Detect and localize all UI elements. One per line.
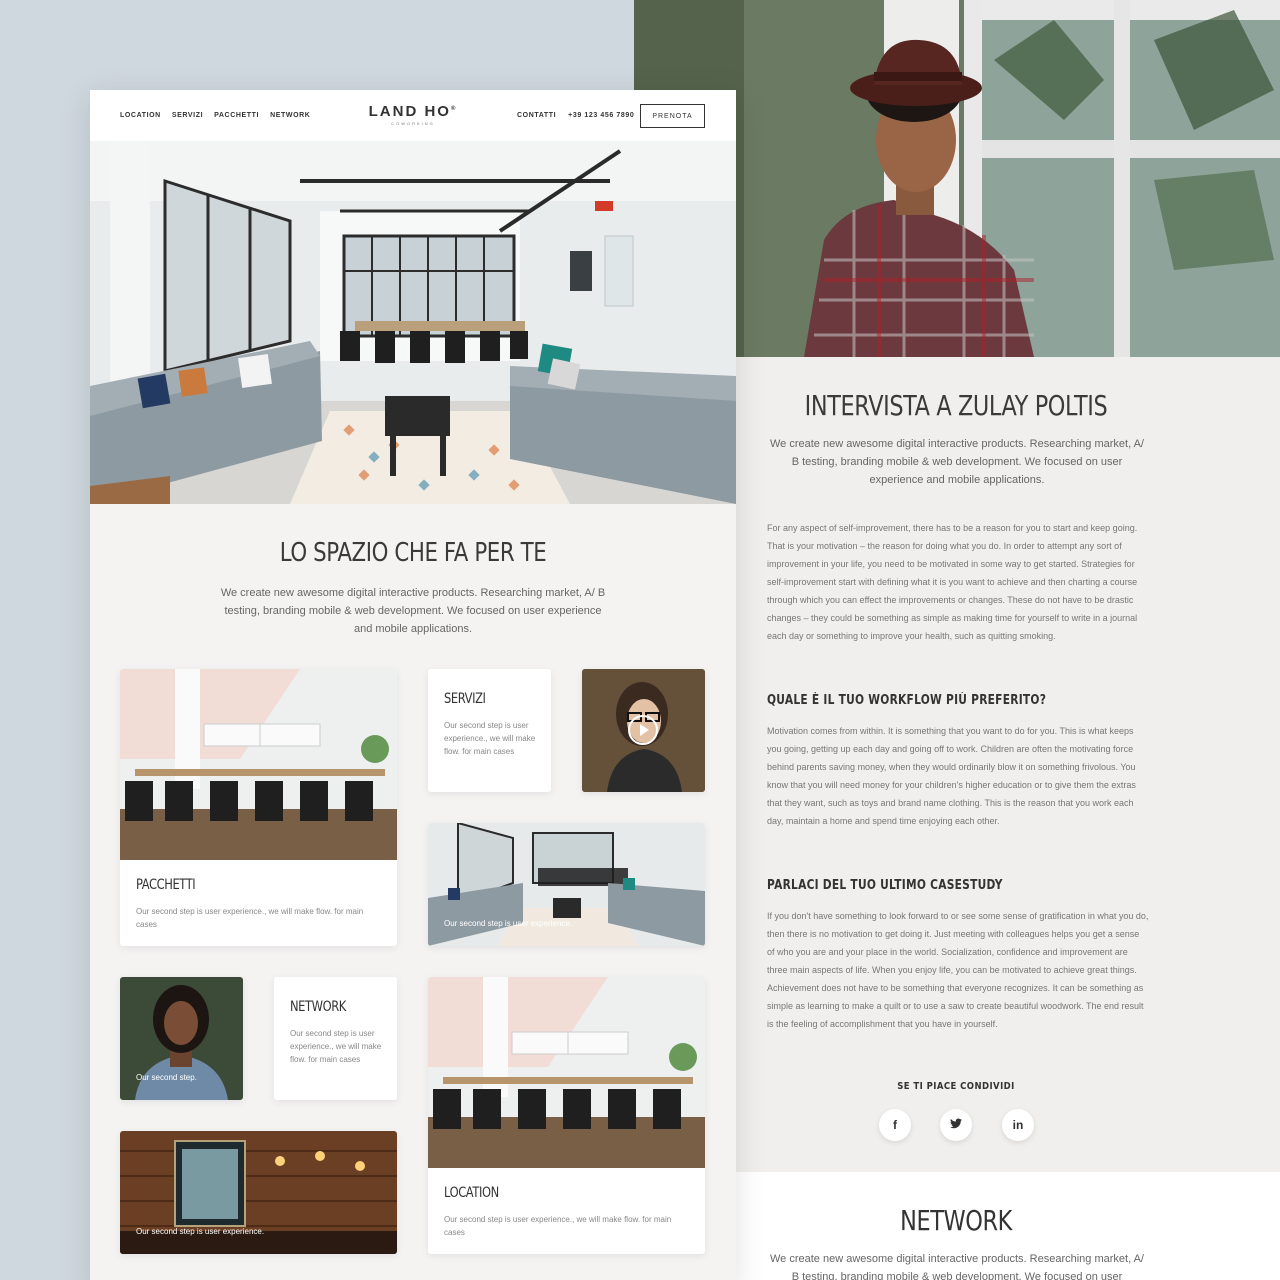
article-heading-casestudy: PARLACI DEL TUO ULTIMO CASESTUDY: [767, 878, 1003, 893]
servizi-card-title: SERVIZI: [444, 691, 486, 707]
article-paragraph-2: Motivation comes from within. It is some…: [767, 726, 1136, 826]
top-navigation: LOCATION SERVIZI PACCHETTI NETWORK LAND …: [90, 90, 736, 141]
nav-link-location[interactable]: LOCATION: [120, 112, 161, 119]
article-title: INTERVISTA A ZULAY POLTIS: [804, 389, 1108, 422]
nav-link-servizi[interactable]: SERVIZI: [172, 112, 203, 119]
bar-card-caption: Our second step is user experience.: [136, 1227, 265, 1236]
coworking-page: LOCATION SERVIZI PACCHETTI NETWORK LAND …: [90, 90, 736, 1280]
article-paragraph-1: For any aspect of self-improvement, ther…: [767, 523, 1138, 641]
logo-text: LAND HO: [368, 103, 451, 120]
brand-logo[interactable]: LAND HO® COWORKING: [368, 103, 458, 126]
lounge-card[interactable]: Our second step is user experience.: [428, 823, 705, 946]
pacchetti-card-text: Our second step is user experience., we …: [136, 907, 364, 929]
network-section-title: NETWORK: [900, 1204, 1012, 1237]
video-card[interactable]: [582, 669, 705, 792]
space-section-description: We create new awesome digital interactiv…: [220, 587, 606, 635]
nav-link-pacchetti[interactable]: PACCHETTI: [214, 112, 259, 119]
play-video-button[interactable]: [628, 715, 658, 745]
nav-link-network[interactable]: NETWORK: [270, 112, 310, 119]
network-card[interactable]: NETWORK Our second step is user experien…: [274, 977, 397, 1100]
hero-room-image: [90, 141, 736, 504]
portrait-card[interactable]: Our second step.: [120, 977, 243, 1100]
interview-article: INTERVISTA A ZULAY POLTIS We create new …: [736, 357, 1280, 1172]
article-paragraph-3: If you don't have something to look forw…: [767, 911, 1149, 1029]
linkedin-share-button[interactable]: in: [1002, 1109, 1034, 1141]
nav-link-contatti[interactable]: CONTATTI: [517, 112, 556, 119]
location-card[interactable]: LOCATION Our second step is user experie…: [428, 977, 705, 1254]
meeting-room-image: [120, 669, 397, 860]
pacchetti-card[interactable]: PACCHETTI Our second step is user experi…: [120, 669, 397, 946]
location-room-image: [428, 977, 705, 1168]
servizi-card-text: Our second step is user experience., we …: [444, 721, 536, 756]
twitter-share-button[interactable]: [940, 1109, 972, 1141]
network-section-description: We create new awesome digital interactiv…: [770, 1253, 1144, 1280]
space-section-title: LO SPAZIO CHE FA PER TE: [279, 538, 547, 568]
share-label: SE TI PIACE CONDIVIDI: [897, 1081, 1015, 1092]
network-card-title: NETWORK: [290, 999, 346, 1015]
linkedin-icon: in: [1012, 1118, 1024, 1132]
facebook-icon: f: [893, 1118, 897, 1132]
bar-card[interactable]: Our second step is user experience.: [120, 1131, 397, 1254]
logo-subtitle: COWORKING: [391, 121, 435, 126]
network-card-text: Our second step is user experience., we …: [290, 1029, 382, 1064]
facebook-share-button[interactable]: f: [879, 1109, 911, 1141]
logo-registered-mark: ®: [450, 106, 458, 112]
location-card-title: LOCATION: [444, 1185, 499, 1201]
twitter-icon: [950, 1118, 962, 1132]
article-lead: We create new awesome digital interactiv…: [770, 438, 1144, 486]
location-card-text: Our second step is user experience., we …: [444, 1215, 672, 1237]
prenota-button[interactable]: PRENOTA: [640, 104, 705, 128]
portrait-card-caption: Our second step.: [136, 1073, 197, 1082]
pacchetti-card-title: PACCHETTI: [136, 877, 196, 893]
phone-number[interactable]: +39 123 456 7890: [568, 112, 634, 119]
servizi-card[interactable]: SERVIZI Our second step is user experien…: [428, 669, 551, 792]
article-heading-workflow: QUALE È IL TUO WORKFLOW PIÙ PREFERITO?: [767, 693, 1047, 708]
lounge-card-caption: Our second step is user experience.: [444, 919, 573, 928]
network-section: NETWORK We create new awesome digital in…: [736, 1172, 1280, 1280]
